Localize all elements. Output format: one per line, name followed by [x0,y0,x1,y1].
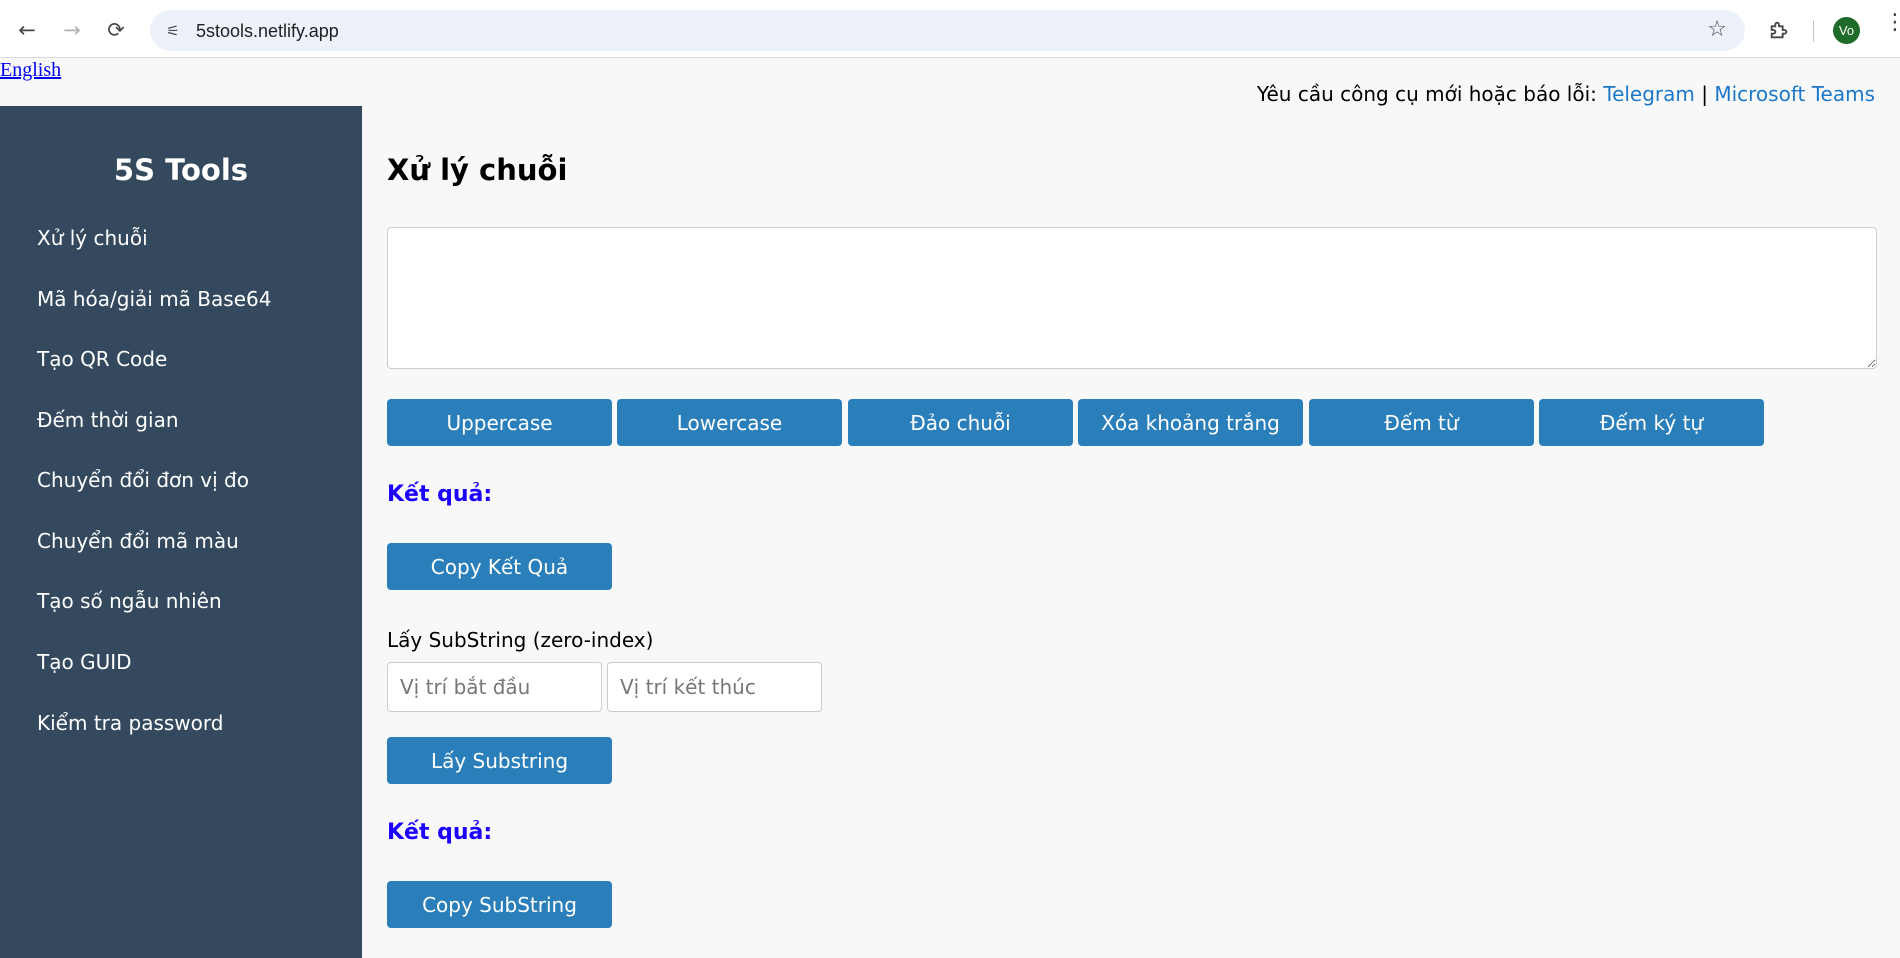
end-position-input[interactable] [607,662,822,712]
report-prefix: Yêu cầu công cụ mới hoặc báo lỗi: [1256,82,1604,106]
bookmark-star-icon[interactable]: ☆ [1707,17,1727,42]
report-separator: | [1694,82,1715,106]
sidebar-item-base64[interactable]: Mã hóa/giải mã Base64 [37,287,271,311]
sidebar-item-string-processing[interactable]: Xử lý chuỗi [37,226,148,250]
address-bar[interactable]: ⚟ 5stools.netlify.app ☆ [150,10,1745,51]
remove-spaces-button[interactable]: Xóa khoảng trắng [1078,399,1303,446]
telegram-link[interactable]: Telegram [1603,82,1695,106]
teams-link[interactable]: Microsoft Teams [1714,82,1875,106]
lowercase-button[interactable]: Lowercase [617,399,842,446]
back-icon[interactable]: ← [10,13,44,47]
language-link[interactable]: English [0,59,61,82]
page-title: Xử lý chuỗi [387,153,568,187]
profile-avatar[interactable]: Vo [1833,17,1860,44]
brand-title: 5S Tools [113,153,249,187]
extensions-puzzle-icon[interactable] [1765,16,1793,44]
url-text[interactable]: 5stools.netlify.app [196,21,339,42]
copy-substring-button[interactable]: Copy SubString [387,881,612,928]
sidebar-item-password-check[interactable]: Kiểm tra password [37,711,223,735]
sidebar-item-random-number[interactable]: Tạo số ngẫu nhiên [37,589,222,613]
browser-toolbar: ← → ⟳ ⚟ 5stools.netlify.app ☆ Vo ⋮ [0,0,1900,58]
sidebar-item-qr-code[interactable]: Tạo QR Code [37,347,167,371]
sidebar-item-timer[interactable]: Đếm thời gian [37,408,179,432]
site-info-icon[interactable]: ⚟ [160,18,186,44]
result-label: Kết quả: [387,482,493,507]
start-position-input[interactable] [387,662,602,712]
sidebar-item-guid[interactable]: Tạo GUID [37,650,132,674]
uppercase-button[interactable]: Uppercase [387,399,612,446]
count-chars-button[interactable]: Đếm ký tự [1539,399,1764,446]
sidebar-item-color-converter[interactable]: Chuyển đổi mã màu [37,529,239,553]
reload-icon[interactable]: ⟳ [99,13,133,47]
report-bar: Yêu cầu công cụ mới hoặc báo lỗi: Telegr… [1257,82,1875,106]
count-words-button[interactable]: Đếm từ [1309,399,1534,446]
copy-result-button[interactable]: Copy Kết Quả [387,543,612,590]
sidebar-item-unit-converter[interactable]: Chuyển đổi đơn vị đo [37,468,249,492]
string-input[interactable] [387,227,1877,369]
get-substring-button[interactable]: Lấy Substring [387,737,612,784]
substring-result-label: Kết quả: [387,820,493,845]
substring-label: Lấy SubString (zero-index) [387,628,654,652]
browser-menu-icon[interactable]: ⋮ [1884,12,1900,34]
reverse-string-button[interactable]: Đảo chuỗi [848,399,1073,446]
forward-icon[interactable]: → [55,13,89,47]
toolbar-divider [1813,20,1814,42]
